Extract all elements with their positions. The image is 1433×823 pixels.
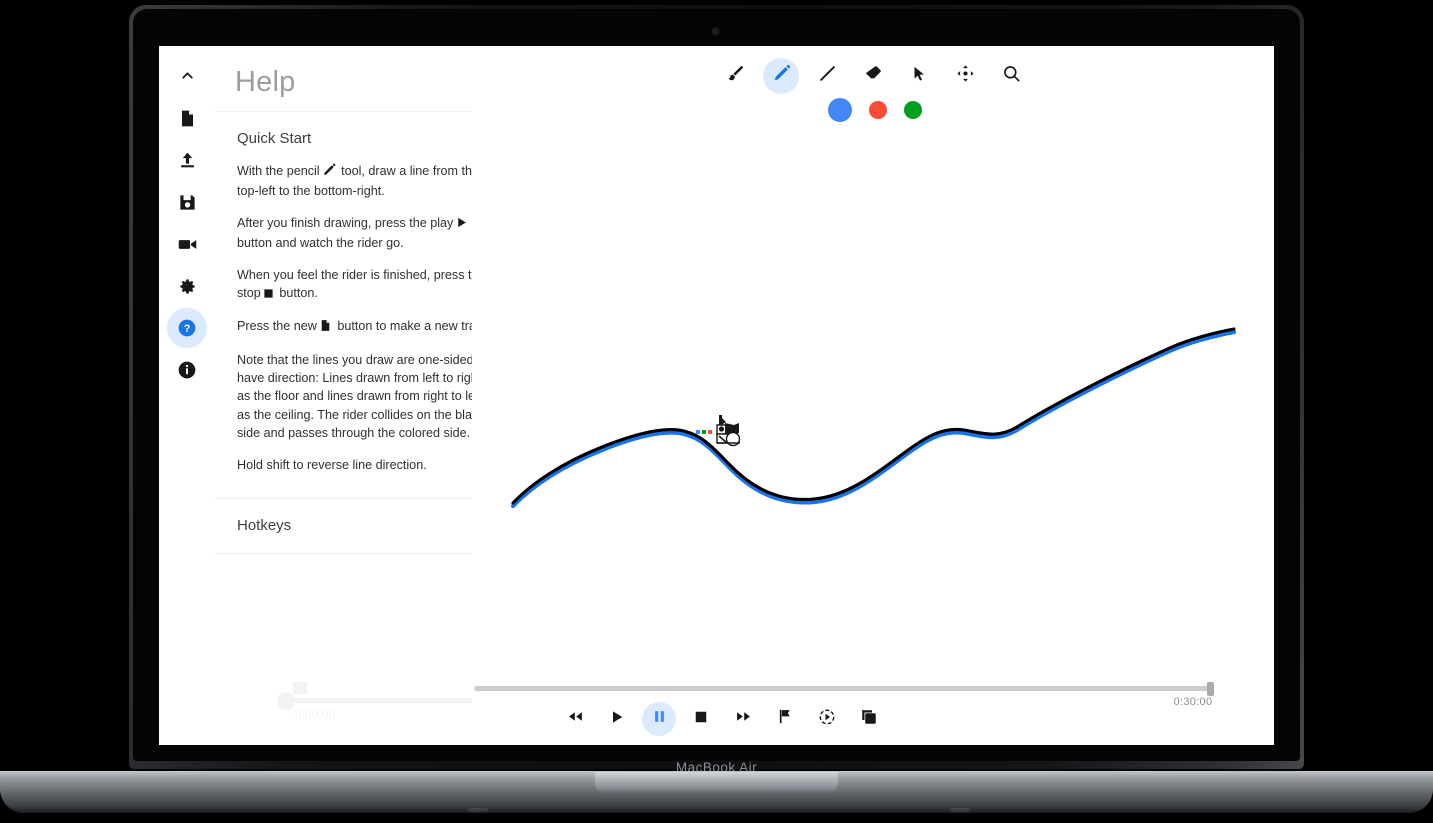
color-swatch-green[interactable] xyxy=(904,101,922,119)
question-mark-icon: ? xyxy=(177,318,197,338)
help-text-before: When you feel the rider is finished, pre… xyxy=(237,267,486,300)
flag-icon xyxy=(777,708,794,730)
help-text-after: button. xyxy=(279,285,318,300)
pencil-icon xyxy=(772,64,791,88)
color-swatch-blue[interactable] xyxy=(828,98,852,122)
sidebar-item-save-track[interactable] xyxy=(167,182,207,222)
fast-forward-icon xyxy=(735,708,752,730)
pencil-icon xyxy=(322,163,336,182)
help-paragraph: Note that the lines you draw are one-sid… xyxy=(237,352,503,441)
accordion-title-quick-start: Quick Start xyxy=(237,129,312,147)
select-tool-button[interactable] xyxy=(901,58,937,94)
save-icon xyxy=(178,193,197,212)
sidebar-item-load-track[interactable] xyxy=(167,140,207,180)
cursor-arrow-icon xyxy=(910,65,928,88)
chevron-up-icon xyxy=(179,67,196,84)
upload-icon xyxy=(178,151,197,170)
slow-motion-icon xyxy=(818,708,836,731)
laptop-camera xyxy=(712,28,719,35)
sidebar-item-new-track[interactable] xyxy=(167,98,207,138)
eraser-icon xyxy=(864,64,883,88)
slow-motion-button[interactable] xyxy=(810,702,844,736)
help-paragraph: Press the new button to make a new track… xyxy=(237,317,504,337)
video-camera-icon xyxy=(177,234,198,255)
help-paragraph: After you finish drawing, press the play… xyxy=(237,214,504,253)
stop-button[interactable] xyxy=(684,702,718,736)
help-text-before: Press the new xyxy=(237,319,317,334)
sidebar-item-settings[interactable] xyxy=(167,266,207,306)
stop-icon xyxy=(263,286,274,304)
accordion-title-hotkeys: Hotkeys xyxy=(237,517,292,535)
rewind-icon xyxy=(567,708,584,730)
flag-button[interactable] xyxy=(768,702,802,736)
laptop-base-notch xyxy=(595,772,838,794)
sidebar-item-about[interactable] xyxy=(167,350,207,390)
timeline-track[interactable] xyxy=(474,686,1214,691)
gear-icon xyxy=(178,277,197,296)
drawing-surface[interactable] xyxy=(472,136,1274,676)
pause-button[interactable] xyxy=(642,702,676,736)
laptop-mockup: ? Help Quick Start With the pencil tool,… xyxy=(0,0,1433,823)
help-text-after: button to make a new track. xyxy=(337,319,493,334)
transport-controls xyxy=(472,702,1274,736)
help-text-before: With the pencil xyxy=(237,164,320,178)
timeline-slider[interactable] xyxy=(472,680,1274,698)
help-paragraph: With the pencil tool, draw a line from t… xyxy=(237,162,504,201)
info-icon xyxy=(177,360,197,380)
magnifier-icon xyxy=(1002,64,1021,88)
tool-toolbar xyxy=(472,58,1274,94)
svg-text:?: ? xyxy=(184,323,191,335)
layers-icon xyxy=(860,708,878,731)
pencil-tool-button[interactable] xyxy=(763,58,799,94)
pan-tool-button[interactable] xyxy=(947,58,983,94)
move-icon xyxy=(956,64,975,88)
layers-button[interactable] xyxy=(852,702,886,736)
play-button[interactable] xyxy=(600,702,634,736)
laptop-base-foot-left xyxy=(468,808,488,812)
ghost-flag-icon xyxy=(293,682,307,694)
stop-icon xyxy=(694,710,708,729)
document-icon xyxy=(178,109,197,128)
sidebar-item-record-video[interactable] xyxy=(167,224,207,264)
eraser-tool-button[interactable] xyxy=(855,58,891,94)
line-rider-sprite xyxy=(706,413,748,453)
fast-forward-button[interactable] xyxy=(726,702,760,736)
layer-dot-blue xyxy=(696,430,700,434)
icon-rail: ? xyxy=(159,46,215,745)
play-icon xyxy=(609,709,625,730)
zoom-tool-button[interactable] xyxy=(993,58,1029,94)
help-text-before: After you finish drawing, press the play xyxy=(237,215,454,230)
play-icon xyxy=(455,216,468,234)
page-title: Help xyxy=(235,66,296,98)
track-accent-line xyxy=(510,329,1237,509)
canvas-area: 0:30:00 xyxy=(472,46,1274,745)
app-window: ? Help Quick Start With the pencil tool,… xyxy=(159,46,1274,745)
color-swatch-red[interactable] xyxy=(869,101,887,119)
help-text-after: button and watch the rider go. xyxy=(237,236,404,251)
help-paragraph: When you feel the rider is finished, pre… xyxy=(237,266,504,305)
sidebar-item-collapse-rail[interactable] xyxy=(167,62,207,88)
color-swatch-row xyxy=(472,98,1274,122)
document-icon xyxy=(319,319,332,337)
laptop-base-foot-right xyxy=(950,808,970,812)
sidebar-item-help[interactable]: ? xyxy=(167,308,207,348)
line-tool-button[interactable] xyxy=(809,58,845,94)
line-icon xyxy=(818,64,837,88)
brush-icon xyxy=(726,64,745,88)
ghost-timeline-knob xyxy=(277,692,295,710)
brush-tool-button[interactable] xyxy=(717,58,753,94)
help-paragraph: Hold shift to reverse line direction. xyxy=(237,457,427,472)
pause-icon xyxy=(652,709,667,729)
ghost-timeline-time: 0:00:00 xyxy=(295,708,335,722)
playback-bar: 0:30:00 xyxy=(472,680,1274,745)
rewind-button[interactable] xyxy=(558,702,592,736)
timeline-knob[interactable] xyxy=(1207,682,1214,696)
